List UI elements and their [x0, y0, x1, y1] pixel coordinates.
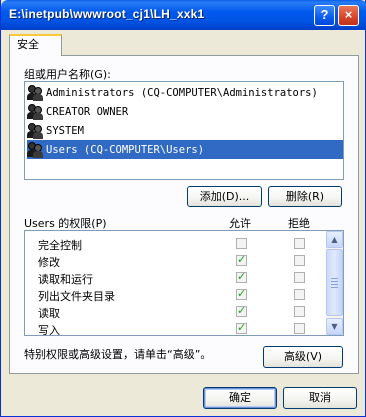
ok-button[interactable]: 确定	[203, 387, 277, 409]
deny-checkbox[interactable]	[294, 255, 305, 266]
security-dialog: E:\inetpub\wwwroot_cj1\LH_xxk1 ? × 安全 组或…	[0, 0, 366, 417]
tab-security[interactable]: 安全	[9, 34, 62, 56]
check-icon: ✓	[237, 321, 247, 334]
permission-row: 完全控制	[25, 235, 327, 252]
list-item-selected[interactable]: Users (CQ-COMPUTER\Users)	[27, 140, 343, 159]
user-name: CREATOR OWNER	[46, 105, 129, 118]
permission-name: 修改	[38, 256, 60, 269]
title-bar[interactable]: E:\inetpub\wwwroot_cj1\LH_xxk1 ? ×	[1, 0, 366, 30]
check-icon: ✓	[237, 304, 247, 317]
list-item[interactable]: SYSTEM	[27, 121, 343, 140]
user-group-icon	[27, 103, 44, 120]
permission-name: 读取和运行	[38, 273, 93, 286]
user-group-icon	[27, 141, 44, 158]
close-button[interactable]: ×	[338, 5, 359, 26]
deny-header: 拒绝	[288, 217, 310, 230]
user-group-icon	[27, 84, 44, 101]
scroll-down-arrow-icon[interactable]: ▼	[326, 318, 343, 335]
remove-button[interactable]: 删除(R)	[268, 186, 342, 207]
allow-checkbox[interactable]: ✓	[236, 253, 247, 266]
add-button[interactable]: 添加(D)...	[187, 186, 262, 207]
permission-row: 写入 ✓	[25, 320, 327, 336]
permission-row: 列出文件夹目录 ✓	[25, 286, 327, 303]
permission-name: 列出文件夹目录	[38, 290, 115, 303]
allow-checkbox[interactable]	[236, 238, 247, 249]
list-item[interactable]: CREATOR OWNER	[27, 102, 343, 121]
permissions-list[interactable]: 完全控制 修改 ✓ 读取和运行 ✓ 列出文件夹目录 ✓ 读取 ✓ 写入 ✓ ▲ …	[24, 230, 344, 336]
permission-row: 修改 ✓	[25, 252, 327, 269]
scroll-thumb[interactable]	[326, 249, 343, 316]
permissions-label: Users 的权限(P)	[24, 217, 107, 230]
users-label: 组或用户名称(G):	[24, 68, 111, 81]
allow-checkbox[interactable]: ✓	[236, 304, 247, 317]
allow-checkbox[interactable]: ✓	[236, 270, 247, 283]
user-name: Administrators (CQ-COMPUTER\Administrato…	[46, 86, 318, 99]
user-name: SYSTEM	[46, 124, 84, 137]
advanced-hint: 特别权限或高级设置，请单击“高级”。	[24, 348, 212, 361]
users-listbox[interactable]: Administrators (CQ-COMPUTER\Administrato…	[24, 81, 344, 180]
permission-name: 读取	[38, 307, 60, 320]
permission-row: 读取 ✓	[25, 303, 327, 320]
user-group-icon	[27, 122, 44, 139]
permission-row: 读取和运行 ✓	[25, 269, 327, 286]
advanced-button[interactable]: 高级(V)	[263, 346, 343, 368]
help-button[interactable]: ?	[314, 5, 335, 26]
check-icon: ✓	[237, 270, 247, 283]
allow-checkbox[interactable]: ✓	[236, 287, 247, 300]
window-title: E:\inetpub\wwwroot_cj1\LH_xxk1	[9, 7, 205, 21]
check-icon: ✓	[237, 287, 247, 300]
check-icon: ✓	[237, 253, 247, 266]
permission-name: 写入	[38, 324, 60, 336]
close-icon: ×	[344, 7, 353, 22]
deny-checkbox[interactable]	[294, 289, 305, 300]
deny-checkbox[interactable]	[294, 238, 305, 249]
help-icon: ?	[320, 7, 329, 22]
cancel-button[interactable]: 取消	[283, 387, 357, 409]
scroll-up-arrow-icon[interactable]: ▲	[326, 231, 343, 248]
list-item[interactable]: Administrators (CQ-COMPUTER\Administrato…	[27, 83, 343, 102]
deny-checkbox[interactable]	[294, 306, 305, 317]
deny-checkbox[interactable]	[294, 323, 305, 334]
permission-name: 完全控制	[38, 239, 82, 252]
allow-header: 允许	[229, 217, 251, 230]
allow-checkbox[interactable]: ✓	[236, 321, 247, 334]
user-name: Users (CQ-COMPUTER\Users)	[46, 143, 205, 156]
permissions-scrollbar[interactable]: ▲ ▼	[326, 231, 343, 335]
deny-checkbox[interactable]	[294, 272, 305, 283]
